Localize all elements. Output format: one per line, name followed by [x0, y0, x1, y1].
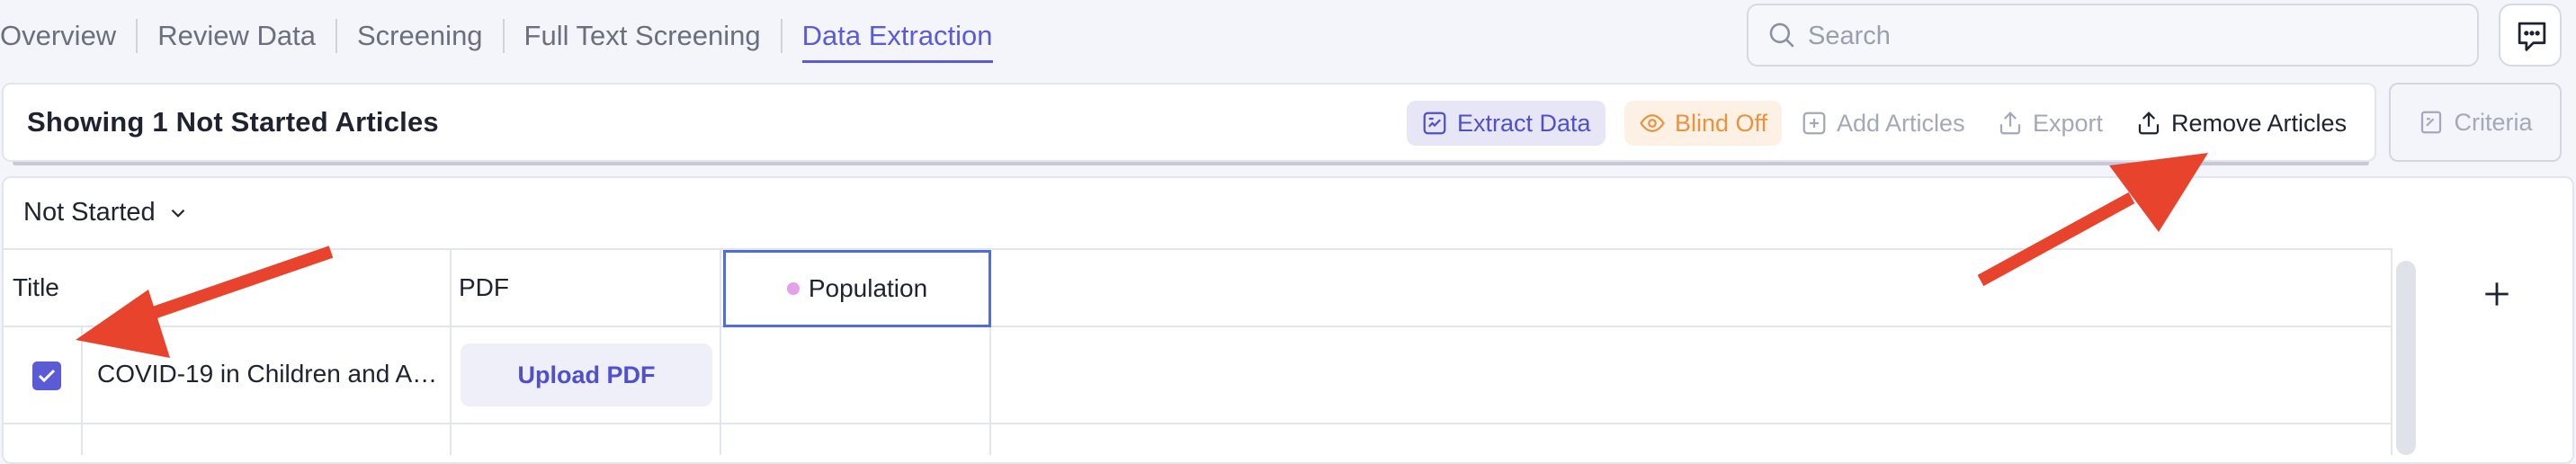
- column-divider: [720, 250, 721, 455]
- column-divider: [81, 326, 83, 455]
- criteria-icon: [2421, 111, 2442, 134]
- blind-label: Blind Off: [1675, 109, 1768, 137]
- add-articles-label: Add Articles: [1837, 109, 1965, 137]
- column-divider: [2391, 250, 2393, 455]
- plus-icon: [2485, 282, 2509, 306]
- tab-review-data[interactable]: Review Data: [138, 18, 335, 54]
- eye-icon: [1640, 114, 1665, 132]
- chevron-down-icon: [171, 209, 184, 218]
- tab-full-text-screening[interactable]: Full Text Screening: [505, 18, 781, 54]
- upload-pdf-button[interactable]: Upload PDF: [461, 344, 712, 406]
- showing-count: Showing 1 Not Started Articles: [27, 106, 439, 138]
- remove-icon: [2138, 112, 2160, 135]
- export-button[interactable]: Export: [1982, 101, 2117, 146]
- chat-icon: [2518, 22, 2546, 51]
- column-header-population[interactable]: Population: [723, 250, 991, 327]
- status-filter-value: Not Started: [23, 198, 156, 227]
- blind-toggle-button[interactable]: Blind Off: [1624, 101, 1783, 146]
- add-articles-button[interactable]: Add Articles: [1786, 101, 1980, 146]
- table-header-bottom-border: [4, 326, 2393, 327]
- tab-screening[interactable]: Screening: [337, 18, 503, 54]
- column-divider: [450, 250, 452, 455]
- plus-square-icon: [1802, 112, 1826, 135]
- tab-overview[interactable]: Overview: [0, 18, 136, 54]
- extract-icon: [1423, 112, 1446, 135]
- table-card: [2, 176, 2574, 464]
- column-divider: [989, 326, 991, 455]
- remove-articles-button[interactable]: Remove Articles: [2121, 101, 2361, 146]
- remove-articles-label: Remove Articles: [2171, 109, 2348, 137]
- row-checkbox[interactable]: [32, 361, 61, 390]
- extract-data-label: Extract Data: [1457, 109, 1591, 137]
- population-color-dot: [786, 282, 800, 295]
- criteria-label: Criteria: [2454, 108, 2533, 136]
- search-box[interactable]: [1747, 4, 2479, 67]
- add-column-button[interactable]: [2419, 250, 2574, 338]
- row-title-cell[interactable]: COVID-19 in Children and A…: [97, 360, 437, 388]
- population-header-label: Population: [808, 274, 928, 302]
- table-row-border: [4, 423, 2393, 424]
- search-icon: [1769, 22, 1794, 48]
- checkmark-icon: [38, 369, 56, 383]
- chat-button[interactable]: [2499, 4, 2562, 67]
- search-input[interactable]: [1806, 18, 2457, 54]
- export-icon: [1999, 112, 2021, 135]
- status-filter[interactable]: Not Started: [23, 198, 190, 228]
- table-header-top-border: [4, 248, 2393, 250]
- export-label: Export: [2033, 109, 2104, 137]
- column-header-pdf[interactable]: PDF: [459, 273, 509, 302]
- column-header-title[interactable]: Title: [13, 273, 59, 302]
- extract-data-button[interactable]: Extract Data: [1407, 101, 1606, 146]
- criteria-button[interactable]: Criteria: [2389, 83, 2562, 162]
- nav-tabs: Overview Review Data Screening Full Text…: [0, 0, 1013, 72]
- tab-data-extraction[interactable]: Data Extraction: [783, 18, 1013, 63]
- vertical-scrollbar[interactable]: [2396, 261, 2416, 455]
- toolbar: Showing 1 Not Started Articles Extract D…: [2, 83, 2376, 162]
